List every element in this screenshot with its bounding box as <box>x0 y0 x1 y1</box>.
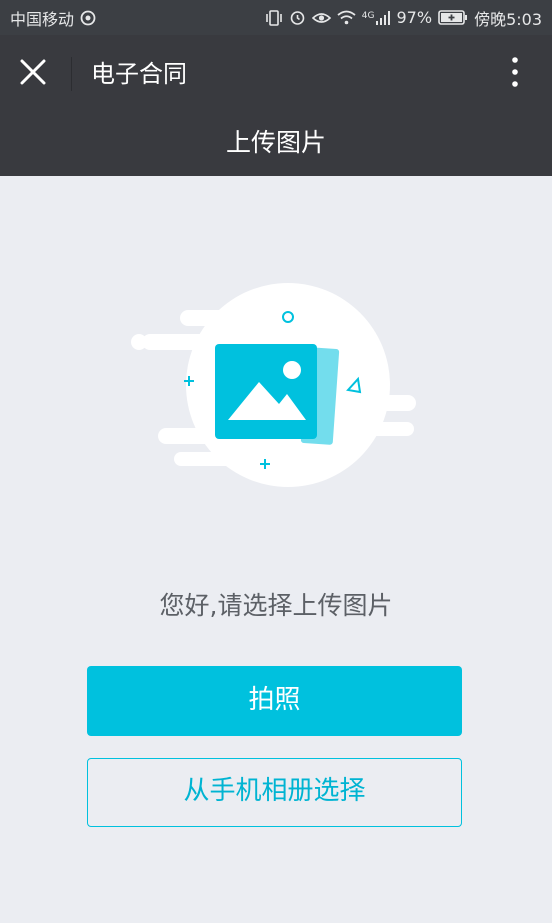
battery-percent: 97% <box>396 8 433 27</box>
more-vertical-icon <box>512 57 518 91</box>
choose-from-album-button[interactable]: 从手机相册选择 <box>87 758 462 827</box>
hotspot-icon <box>80 10 96 26</box>
upload-illustration <box>124 282 424 492</box>
clock-time: 傍晚5:03 <box>474 9 542 29</box>
alarm-icon <box>289 9 306 26</box>
close-button[interactable] <box>14 55 52 93</box>
nav-bar: 电子合同 <box>0 35 552 112</box>
wifi-icon <box>337 10 356 25</box>
close-icon <box>20 59 46 89</box>
carrier-label: 中国移动 <box>10 9 75 29</box>
status-left: 中国移动 <box>10 6 96 30</box>
network-label: 4G <box>361 10 375 21</box>
nav-divider <box>71 57 72 91</box>
more-button[interactable] <box>500 55 530 93</box>
nav-title: 电子合同 <box>91 60 187 88</box>
signal-icon: 4G <box>361 10 391 25</box>
status-right: 4G 97% 傍晚5:03 <box>265 6 542 30</box>
battery-charging-icon <box>438 10 468 25</box>
upload-prompt: 您好,请选择上传图片 <box>159 591 393 620</box>
vibrate-icon <box>265 9 283 26</box>
status-bar: 中国移动 4G 97% 傍晚5:03 <box>0 0 552 35</box>
take-photo-button[interactable]: 拍照 <box>87 666 462 736</box>
eye-icon <box>311 11 331 25</box>
page-header: 上传图片 <box>0 112 552 176</box>
